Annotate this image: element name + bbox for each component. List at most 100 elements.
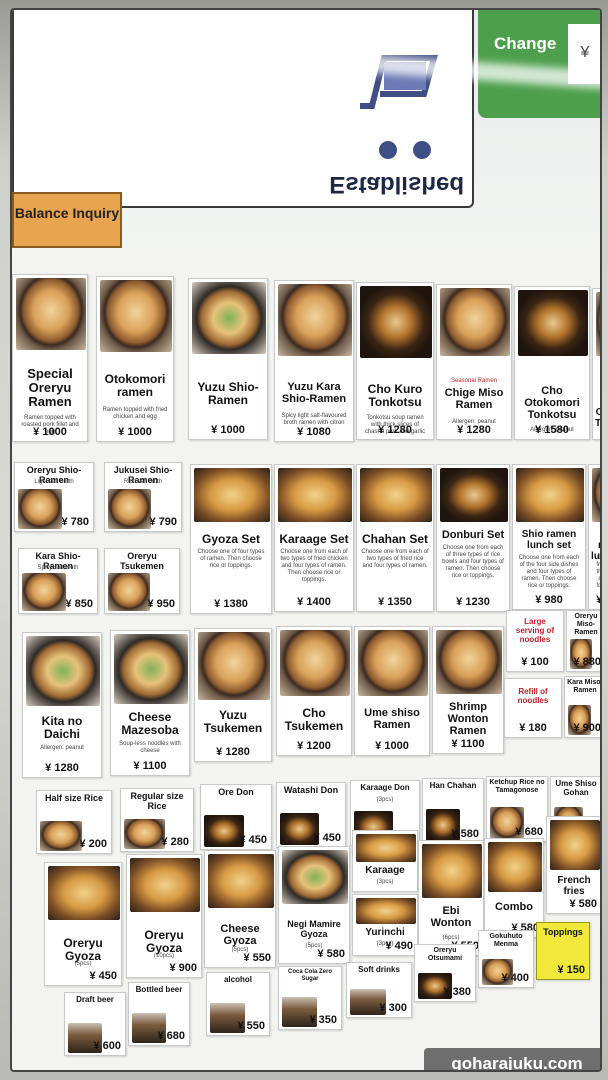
- menu-item-button[interactable]: Yuzu Kara Shio-Ramen Spicy light salt-fla…: [274, 280, 354, 442]
- menu-item-button[interactable]: Negi Mamire Gyoza (5pcs) ¥ 580: [278, 846, 350, 964]
- menu-item-name: Toppings: [543, 927, 583, 937]
- menu-item-button[interactable]: Toppings ¥ 150: [536, 922, 590, 980]
- menu-item-price: ¥ 280: [161, 836, 189, 848]
- menu-item-description: Choose one of four types of ramen. Then …: [197, 549, 265, 569]
- menu-item-price: ¥ 350: [309, 1014, 337, 1026]
- menu-item-button[interactable]: Otokomori ramen Ramen topped with fried c…: [96, 276, 174, 442]
- menu-item-button[interactable]: Gokuhuto Menma ¥ 400: [478, 930, 534, 988]
- menu-item-name: Karaage Set: [279, 532, 349, 546]
- balance-inquiry-button[interactable]: Balance Inquiry: [12, 192, 122, 248]
- menu-item-button[interactable]: Shrimp Wonton Ramen ¥ 1100: [432, 626, 504, 754]
- menu-item-name: Chige Miso Ramen: [444, 387, 504, 411]
- menu-item-button[interactable]: Cho Kuro Tonkotsu Tonkotsu soup ramen wit…: [356, 282, 434, 440]
- menu-item-button[interactable]: Oreryu Tsukemen ¥ 950: [104, 548, 180, 614]
- menu-item-button[interactable]: Coca Cola Zero Sugar ¥ 350: [278, 966, 342, 1030]
- menu-item-name: Draft beer: [76, 995, 114, 1004]
- menu-item-name: alcohol: [223, 975, 252, 984]
- menu-item-button[interactable]: Ebi Wonton(6pcs)¥ 550: [418, 840, 484, 956]
- menu-item-button[interactable]: Karaage (3pcs): [352, 830, 418, 892]
- menu-item-button[interactable]: Oreryu Otsumami ¥ 380: [414, 944, 476, 1002]
- menu-item-description: (10pcs): [153, 953, 174, 959]
- menu-item-button[interactable]: Jukusei Shio-Ramen Rich salt broth ¥ 790: [104, 462, 182, 532]
- menu-item-price: ¥ 1380: [214, 598, 248, 610]
- menu-item-button[interactable]: Kara Shio-Ramen Spicy salt broth ¥ 850: [18, 548, 98, 614]
- menu-item-button[interactable]: Karaage Set Choose one from each of two t…: [274, 464, 354, 612]
- menu-item-photo: [26, 636, 100, 706]
- menu-item-description: Choose one from each of the four side di…: [518, 555, 580, 589]
- menu-item-button[interactable]: Donburi Set Choose one from each of three…: [436, 464, 510, 612]
- menu-item-photo: [204, 815, 244, 847]
- menu-item-button[interactable]: Yuzu Shio-Ramen ¥ 1000: [188, 278, 268, 440]
- menu-item-price: ¥ 580: [569, 898, 597, 910]
- menu-item-price: ¥ 900: [169, 962, 197, 974]
- menu-item-price: ¥ 1230: [456, 596, 490, 608]
- menu-item-name: Kita no Daichi: [41, 714, 83, 741]
- menu-item-button[interactable]: Cho Tsukemen ¥ 1200: [276, 626, 352, 756]
- menu-item-price: ¥ 680: [515, 826, 543, 838]
- menu-item-button[interactable]: Refill of noodles ¥ 180: [504, 678, 562, 738]
- menu-item-button[interactable]: Half size Rice ¥ 200: [36, 790, 112, 854]
- menu-item-button[interactable]: Seasonal Ramen Chige Miso Ramen Allergen: …: [436, 284, 512, 440]
- menu-item-button[interactable]: Oreryu Gyoza (5pcs) ¥ 450: [44, 862, 122, 986]
- menu-item-button[interactable]: French fries ¥ 580: [546, 816, 600, 914]
- menu-item-name: Oreryu Otsumami: [427, 947, 463, 962]
- menu-item-price: ¥ 1280: [457, 424, 491, 436]
- menu-item-button[interactable]: Kita no Daichi Allergen: peanut ¥ 1280: [22, 632, 102, 778]
- menu-item-photo: [108, 573, 150, 611]
- menu-item-name: Cho Otokomori Tonkotsu: [524, 385, 580, 421]
- menu-item-price: ¥ 950: [147, 598, 175, 610]
- menu-item-price: ¥ 1080: [297, 426, 331, 438]
- menu-item-button[interactable]: Regular size Rice ¥ 280: [120, 788, 194, 852]
- menu-item-price: ¥ 900: [573, 722, 601, 734]
- menu-item-description: Soup-less noodles with cheese: [119, 741, 181, 754]
- menu-item-price: ¥ 980: [535, 594, 563, 606]
- menu-item-price: ¥ 1400: [297, 596, 331, 608]
- menu-item-price: ¥ 1200: [297, 740, 331, 752]
- menu-item-button[interactable]: Ume shiso Ramen ¥ 1000: [354, 626, 430, 756]
- menu-item-button[interactable]: Yuzu Tsukemen ¥ 1280: [194, 628, 272, 762]
- menu-item-button[interactable]: Oreryu Gyoza (10pcs) ¥ 900: [126, 854, 202, 978]
- menu-item-photo: [422, 844, 482, 898]
- menu-item-button[interactable]: Oreryu Shio-Ramen Light salt broth ¥ 780: [14, 462, 94, 532]
- menu-item-button[interactable]: Soft drinks ¥ 300: [346, 962, 412, 1018]
- menu-item-photo: [40, 821, 82, 851]
- ticket-machine-screen: Established Change ¥ Balance Inquiry Spe…: [10, 8, 602, 1072]
- menu-item-button[interactable]: Ketchup Rice no Tamagonose ¥ 680: [486, 776, 548, 842]
- menu-item-button[interactable]: Shio ramen lunch set Choose one from each…: [512, 464, 586, 610]
- menu-item-price: ¥ 180: [519, 722, 547, 734]
- menu-item-button[interactable]: alcohol ¥ 550: [206, 972, 270, 1036]
- menu-item-button[interactable]: Oreryu Miso-Ramen ¥ 880: [566, 610, 601, 672]
- menu-item-photo: [282, 850, 348, 904]
- menu-item-button[interactable]: Bottled beer ¥ 680: [128, 982, 190, 1046]
- menu-item-button[interactable]: Cho-mori Oreryu TonkotsuAllergen: peanut…: [592, 288, 601, 440]
- menu-item-button[interactable]: Combo ¥ 580: [484, 838, 544, 938]
- menu-item-button[interactable]: Special Oreryu Ramen Ramen topped with ro…: [12, 274, 88, 442]
- menu-item-button[interactable]: Cho Otokomori Tonkotsu Allergen: peanut ¥ …: [514, 286, 590, 440]
- menu-item-description: Choose one from each of three types of r…: [442, 545, 504, 579]
- menu-item-button[interactable]: Ore Don ¥ 450: [200, 784, 272, 850]
- menu-item-button[interactable]: Han Chahan ¥ 580: [422, 778, 484, 844]
- menu-item-photo: [22, 573, 66, 611]
- menu-item-price: ¥ 1350: [378, 596, 412, 608]
- menu-item-name: Yurinchi: [365, 927, 405, 938]
- menu-item-button[interactable]: Kara Miso-Ramen ¥ 900: [564, 676, 601, 738]
- change-label: Change: [494, 34, 557, 53]
- menu-item-name: Cho-mori Oreryu Tonkotsu: [595, 407, 601, 429]
- menu-item-button[interactable]: Yurinchi (3pcs) ¥ 490: [352, 894, 418, 956]
- menu-item-price: ¥ 880: [573, 656, 601, 668]
- menu-item-button[interactable]: Cheese Gyoza (5pcs) ¥ 550: [204, 850, 276, 968]
- menu-item-price: ¥ 1100: [451, 738, 485, 750]
- menu-item-button[interactable]: Large serving of noodles ¥ 100: [506, 610, 564, 672]
- menu-item-photo: [16, 278, 86, 350]
- menu-item-button[interactable]: Gyoza Set Choose one of four types of ram…: [190, 464, 272, 614]
- menu-item-button[interactable]: Miso ramen lunch setChoose one from each…: [588, 464, 600, 610]
- menu-item-button[interactable]: Chahan Set Choose one from each of two ty…: [356, 464, 434, 612]
- menu-item-button[interactable]: Draft beer ¥ 600: [64, 992, 126, 1056]
- menu-item-name: Yuzu Shio-Ramen: [197, 380, 259, 407]
- menu-item-price: ¥ 150: [557, 964, 585, 976]
- menu-item-name: Ume shiso Ramen: [364, 707, 420, 731]
- menu-item-button[interactable]: Cheese Mazesoba Soup-less noodles with ch…: [110, 630, 190, 776]
- menu-item-photo: [130, 858, 200, 912]
- menu-item-photo: [192, 282, 266, 354]
- menu-item-button[interactable]: Watashi Don ¥ 450: [276, 782, 346, 848]
